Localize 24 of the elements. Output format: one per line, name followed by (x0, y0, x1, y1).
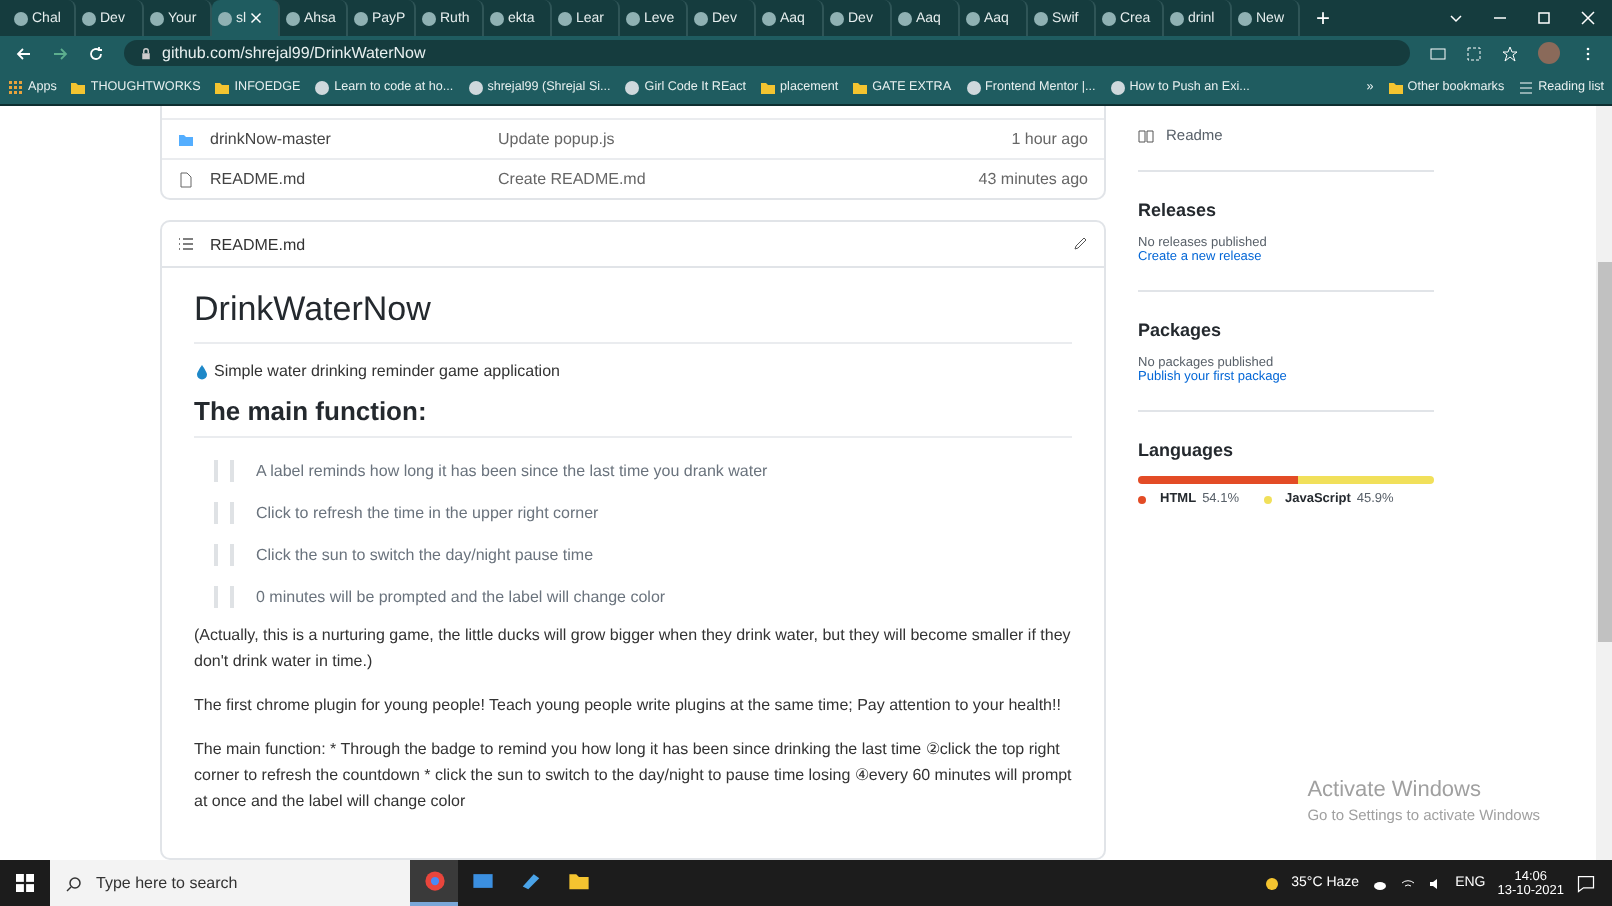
readme-title: DrinkWaterNow (194, 280, 1072, 344)
file-name[interactable]: drinkNow-master (210, 130, 498, 148)
paragraph: The first chrome plugin for young people! Teach young people write plugins at the same time; Pay attention to your health!! (194, 694, 1063, 718)
activation-title: Activate Windows (1307, 778, 1483, 802)
file-name[interactable]: README.md (210, 170, 498, 188)
blockquote-text: 0 minutes will be prompted and the label will change color (256, 588, 666, 606)
sidebar-heading: Releases (1138, 200, 1219, 220)
blockquote-text: Click to refresh the time in the upper right corner (256, 504, 599, 522)
blockquote-text: Click the sun to switch the day/night pause time (256, 546, 594, 564)
taskbar-search-field[interactable]: Type here to search (50, 860, 410, 906)
paragraph: (Actually, this is a nurturing game, the little ducks will grow bigger when they drink water, but they will become smaller if they don't drink water in time.) (194, 624, 1072, 674)
sidebar-heading: Languages (1138, 440, 1236, 460)
new-tab-button[interactable]: + (1300, 0, 1347, 36)
section-heading: The main function: (194, 396, 1072, 438)
commit-message[interactable]: Update popup.js (498, 130, 1012, 148)
readme-filename: README.md (210, 235, 306, 253)
paragraph: The main function: * Through the badge to remind you how long it has been since drinking the last time ②click the top right corner to refresh the countdown * click the sun to switch to the day/night to pause time losing ④every 60 minutes will prompt at once and the label will change color (194, 738, 1072, 814)
commit-time: 43 minutes ago (978, 170, 1088, 188)
commit-time: 1 hour ago (1011, 130, 1088, 148)
blockquote-text: A label reminds how long it has been since the last time you drank water (256, 462, 768, 480)
tagline: Simple water drinking reminder game application (214, 362, 560, 380)
sidebar-heading: Packages (1138, 320, 1224, 340)
address-bar[interactable]: github.com/shrejal99/DrinkWaterNow (124, 40, 1410, 66)
commit-message[interactable]: Create README.md (498, 170, 979, 188)
